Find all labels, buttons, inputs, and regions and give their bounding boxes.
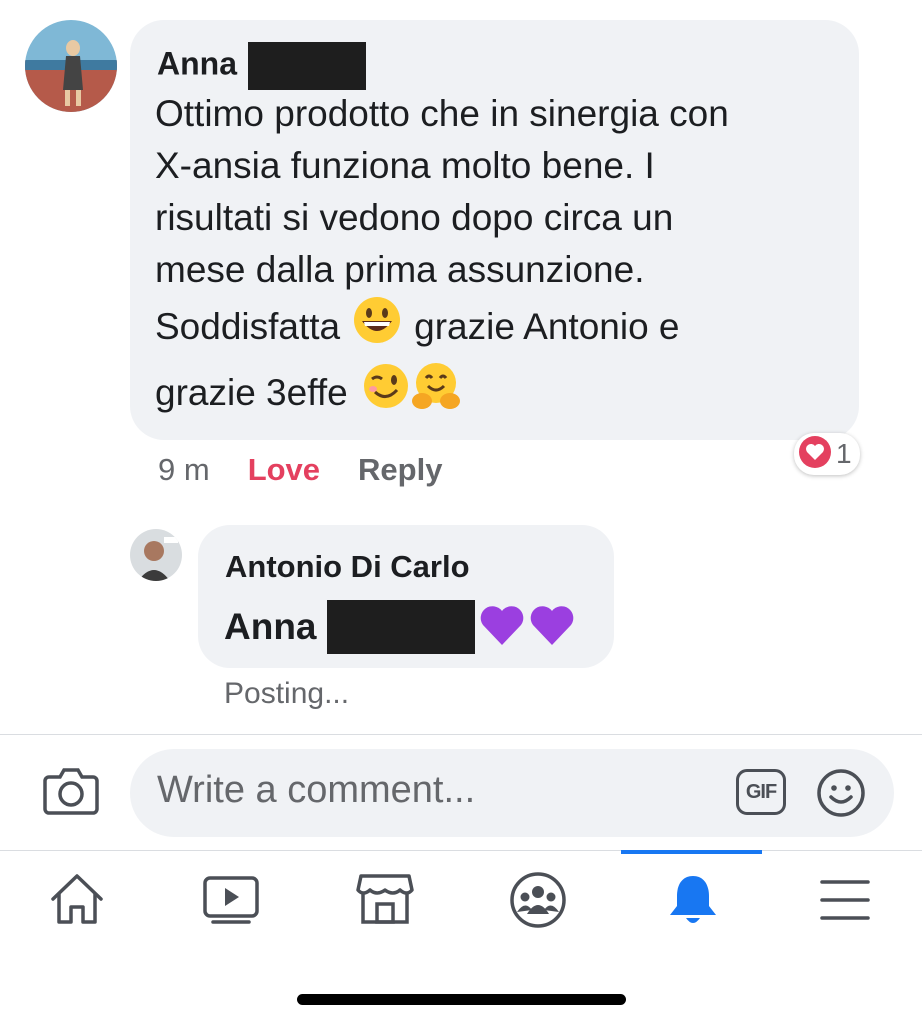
camera-icon[interactable] xyxy=(43,765,99,820)
comment-author[interactable]: Anna xyxy=(157,45,237,81)
comment-line: grazie 3effe xyxy=(155,372,348,413)
comment-text: Ottimo prodotto che in sinergia con X-an… xyxy=(155,88,855,428)
comment-line: grazie Antonio e xyxy=(414,306,680,347)
comment-bubble[interactable]: Anna Ottimo prodotto che in sinergia con… xyxy=(130,20,859,440)
comment-line: mese dalla prima assunzione. xyxy=(155,249,645,290)
reply-author[interactable]: Antonio Di Carlo xyxy=(225,549,470,585)
winking-face-icon xyxy=(362,362,410,424)
gif-label: GIF xyxy=(745,780,777,803)
marketplace-icon[interactable] xyxy=(355,870,415,928)
reply-bubble[interactable]: Antonio Di Carlo Anna xyxy=(198,525,614,668)
divider xyxy=(0,734,922,735)
mention-tag[interactable]: Anna xyxy=(224,606,317,648)
menu-icon[interactable] xyxy=(818,876,872,924)
redacted-name xyxy=(326,600,475,654)
comment-timestamp: 9 m xyxy=(158,452,210,487)
avatar-anna[interactable] xyxy=(25,20,117,112)
comment-line: risultati si vedono dopo circa un xyxy=(155,197,674,238)
redacted-name xyxy=(247,42,366,90)
avatar-antonio[interactable] xyxy=(130,529,182,581)
love-reaction-icon xyxy=(798,435,832,474)
comment-actions: 9 m Love Reply xyxy=(158,450,442,490)
gif-button[interactable]: GIF xyxy=(736,769,786,815)
groups-icon[interactable] xyxy=(508,870,568,930)
comment-input[interactable]: Write a comment... GIF xyxy=(130,749,894,837)
hugging-face-icon xyxy=(410,361,462,425)
home-indicator[interactable] xyxy=(297,994,626,1005)
reaction-count[interactable]: 1 xyxy=(794,433,860,475)
comment-input-placeholder: Write a comment... xyxy=(157,769,476,811)
reaction-count-number: 1 xyxy=(836,438,852,469)
posting-status: Posting... xyxy=(224,677,350,710)
love-link[interactable]: Love xyxy=(248,452,320,488)
watch-icon[interactable] xyxy=(201,874,261,926)
comment-line: X-ansia funziona molto bene. I xyxy=(155,145,655,186)
notifications-icon[interactable] xyxy=(663,870,723,930)
active-tab-indicator xyxy=(621,850,762,854)
divider xyxy=(0,850,922,851)
grinning-face-icon xyxy=(352,295,402,359)
reply-link[interactable]: Reply xyxy=(358,452,442,488)
purple-heart-icon xyxy=(528,603,576,652)
home-icon[interactable] xyxy=(47,871,107,927)
comment-line: Soddisfatta xyxy=(155,306,341,347)
purple-heart-icon xyxy=(478,603,526,652)
emoji-icon[interactable] xyxy=(816,768,866,823)
comment-line: Ottimo prodotto che in sinergia con xyxy=(155,93,729,134)
